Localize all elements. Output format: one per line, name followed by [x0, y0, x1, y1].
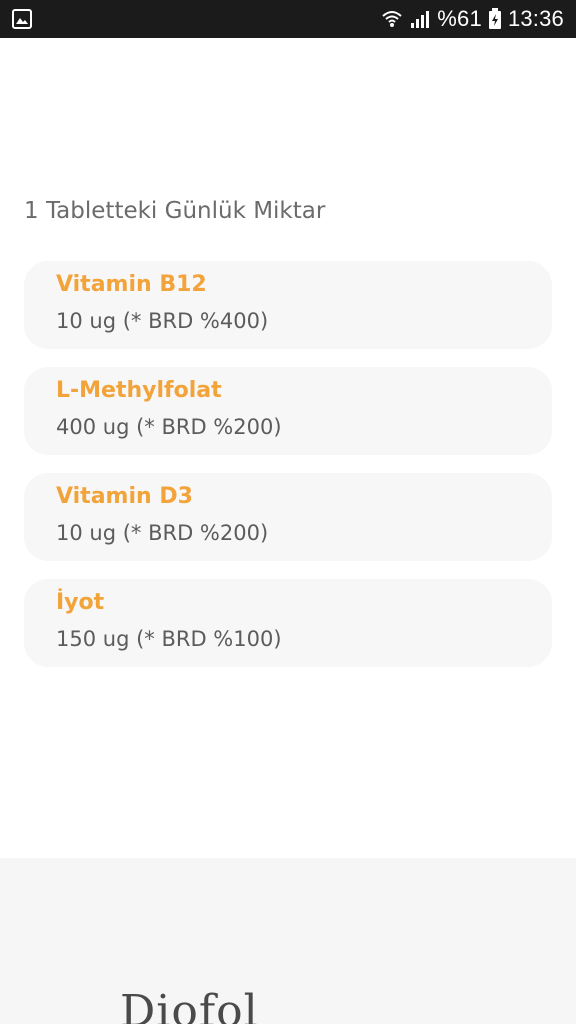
nutrient-name: Vitamin D3	[56, 484, 193, 509]
nutrient-amount: 10 ug (* BRD %400)	[56, 309, 269, 333]
clock-time: 13:36	[507, 6, 564, 31]
nutrient-amount: 10 ug (* BRD %200)	[56, 521, 269, 545]
battery-charging-icon	[488, 8, 502, 30]
signal-icon	[409, 8, 431, 30]
brand-logo[interactable]: Diofol	[120, 986, 259, 1024]
status-bar: %61 13:36	[0, 0, 576, 38]
nutrient-amount: 400 ug (* BRD %200)	[56, 415, 282, 439]
nutrient-name: L-Methylfolat	[56, 378, 222, 403]
gallery-notification-icon	[12, 9, 32, 29]
nutrient-card: L-Methylfolat 400 ug (* BRD %200)	[24, 367, 552, 455]
wifi-icon	[381, 8, 403, 30]
nutrient-amount: 150 ug (* BRD %100)	[56, 627, 282, 651]
section-title: 1 Tabletteki Günlük Miktar	[24, 198, 326, 224]
nutrient-name: İyot	[56, 590, 105, 615]
nutrient-card: İyot 150 ug (* BRD %100)	[24, 579, 552, 667]
nutrient-card: Vitamin B12 10 ug (* BRD %400)	[24, 261, 552, 349]
footer: Diofol	[0, 858, 576, 1024]
status-indicators: %61 13:36	[381, 0, 564, 38]
nutrient-list: Vitamin B12 10 ug (* BRD %400) L-Methylf…	[24, 261, 552, 685]
nutrient-name: Vitamin B12	[56, 272, 207, 297]
nutrient-card: Vitamin D3 10 ug (* BRD %200)	[24, 473, 552, 561]
battery-percentage: %61	[437, 6, 482, 31]
